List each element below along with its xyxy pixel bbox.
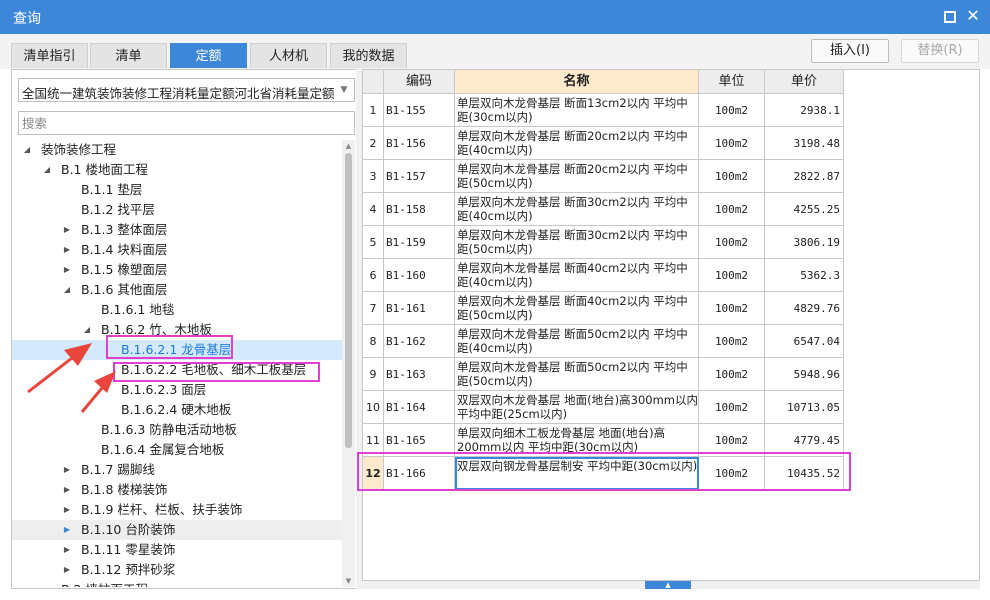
annotation-arrows (27, 343, 116, 413)
annotation-arrow-1-icon (27, 343, 92, 394)
annotation-arrow-2-icon (80, 371, 116, 413)
